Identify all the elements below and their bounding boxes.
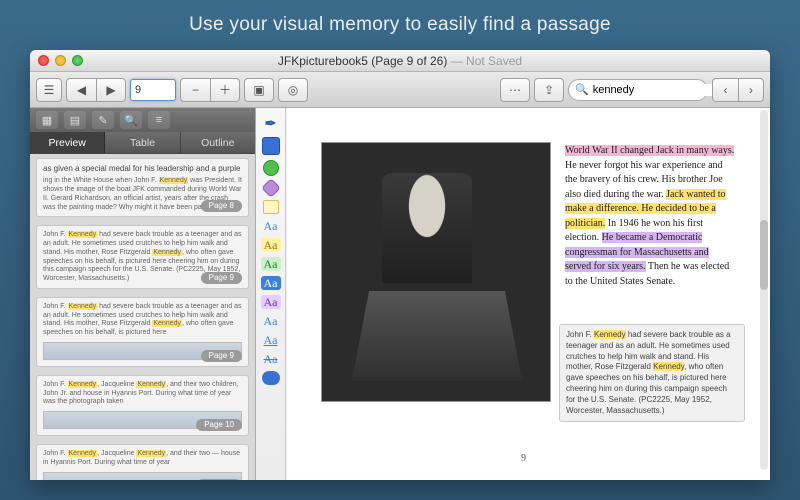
prev-page-button[interactable]: ◀: [66, 78, 96, 102]
page-nav-group: ◀ ▶: [66, 78, 126, 102]
result-card[interactable]: John F. Kennedy, Jacqueline Kennedy, and…: [36, 444, 249, 480]
page-number-label: 9: [297, 453, 750, 464]
rectangle-tool-icon[interactable]: [262, 137, 280, 155]
scrollbar-thumb[interactable]: [760, 220, 768, 290]
circle-tool-icon[interactable]: [263, 160, 279, 176]
result-cards[interactable]: as given a special medal for his leaders…: [30, 154, 255, 480]
diamond-tool-icon[interactable]: [261, 178, 281, 198]
zoom-in-button[interactable]: ＋: [210, 78, 240, 102]
annotation-tool-strip: ✒ Aa Aa Aa Aa Aa Aa Aa Aa: [256, 108, 286, 480]
view-mode-button[interactable]: ▣: [244, 78, 274, 102]
page-pill: Page 9: [201, 272, 242, 284]
page-viewport[interactable]: World War II changed Jack in many ways. …: [286, 108, 770, 480]
annotations-icon[interactable]: ▤: [64, 111, 86, 129]
view-fit-button[interactable]: ◎: [278, 78, 308, 102]
page-paragraph[interactable]: World War II changed Jack in many ways. …: [565, 144, 735, 289]
zoom-out-button[interactable]: −: [180, 78, 210, 102]
segment-outline[interactable]: Outline: [181, 132, 255, 153]
pen-tool-icon[interactable]: ✒: [262, 114, 280, 132]
marketing-banner: Use your visual memory to easily find a …: [0, 0, 800, 46]
underline-tool[interactable]: Aa: [261, 333, 281, 347]
content-area: ▦ ▤ ✎ 🔍 ≡ Preview Table Outline as given…: [30, 108, 770, 480]
action-button[interactable]: ⋯: [500, 78, 530, 102]
segment-table[interactable]: Table: [105, 132, 180, 153]
page-pill: Page 8: [201, 200, 242, 212]
page-canvas: World War II changed Jack in many ways. …: [297, 114, 750, 470]
main-toolbar: ☰ ◀ ▶ − ＋ ▣ ◎ ⋯ ⇪ 🔍 ‹ ›: [30, 72, 770, 108]
note-tool-icon[interactable]: [263, 200, 279, 214]
next-page-button[interactable]: ▶: [96, 78, 126, 102]
text-tool[interactable]: Aa: [261, 219, 281, 233]
title-main: JFKpicturebook5 (Page 9 of 26): [278, 54, 447, 68]
page-photo: [321, 142, 551, 402]
sidebar-toggle-button[interactable]: ☰: [36, 78, 62, 102]
list-icon[interactable]: ≡: [148, 111, 170, 129]
search-prev-button[interactable]: ‹: [712, 78, 738, 102]
thumbnails-icon[interactable]: ▦: [36, 111, 58, 129]
page-caption-box[interactable]: John F. Kennedy had severe back trouble …: [559, 324, 745, 422]
app-window: JFKpicturebook5 (Page 9 of 26) — Not Sav…: [30, 50, 770, 480]
edit-icon[interactable]: ✎: [92, 111, 114, 129]
highlight-purple-tool[interactable]: Aa: [261, 295, 281, 309]
sidebar: ▦ ▤ ✎ 🔍 ≡ Preview Table Outline as given…: [30, 108, 256, 480]
title-status: — Not Saved: [447, 54, 522, 68]
sidebar-toolbar: ▦ ▤ ✎ 🔍 ≡: [30, 108, 255, 132]
result-card[interactable]: John F. Kennedy had severe back trouble …: [36, 225, 249, 289]
highlight-blue-tool[interactable]: Aa: [261, 276, 281, 290]
search-field[interactable]: 🔍: [568, 79, 708, 101]
highlight-green-tool[interactable]: Aa: [261, 257, 281, 271]
result-card[interactable]: John F. Kennedy, Jacqueline Kennedy, and…: [36, 375, 249, 436]
search-next-button[interactable]: ›: [738, 78, 764, 102]
page-pill: Page 10: [196, 419, 242, 431]
share-button[interactable]: ⇪: [534, 78, 564, 102]
find-icon[interactable]: 🔍: [120, 111, 142, 129]
result-card[interactable]: as given a special medal for his leaders…: [36, 158, 249, 217]
page-pill: Page 9: [201, 350, 242, 362]
vertical-scrollbar[interactable]: [760, 110, 768, 470]
text-plain-tool[interactable]: Aa: [261, 314, 281, 328]
search-nav-group: ‹ ›: [712, 78, 764, 102]
window-title: JFKpicturebook5 (Page 9 of 26) — Not Sav…: [30, 54, 770, 68]
result-card[interactable]: John F. Kennedy had severe back trouble …: [36, 297, 249, 367]
page-number-input[interactable]: [130, 79, 176, 101]
search-icon: 🔍: [575, 83, 589, 96]
highlight-yellow-tool[interactable]: Aa: [261, 238, 281, 252]
strikethrough-tool[interactable]: Aa: [261, 352, 281, 366]
zoom-group: − ＋: [180, 78, 240, 102]
titlebar: JFKpicturebook5 (Page 9 of 26) — Not Sav…: [30, 50, 770, 72]
link-tool-icon[interactable]: [262, 371, 280, 385]
sidebar-segments: Preview Table Outline: [30, 132, 255, 154]
segment-preview[interactable]: Preview: [30, 132, 105, 153]
page-pill: Page 10: [196, 479, 242, 480]
